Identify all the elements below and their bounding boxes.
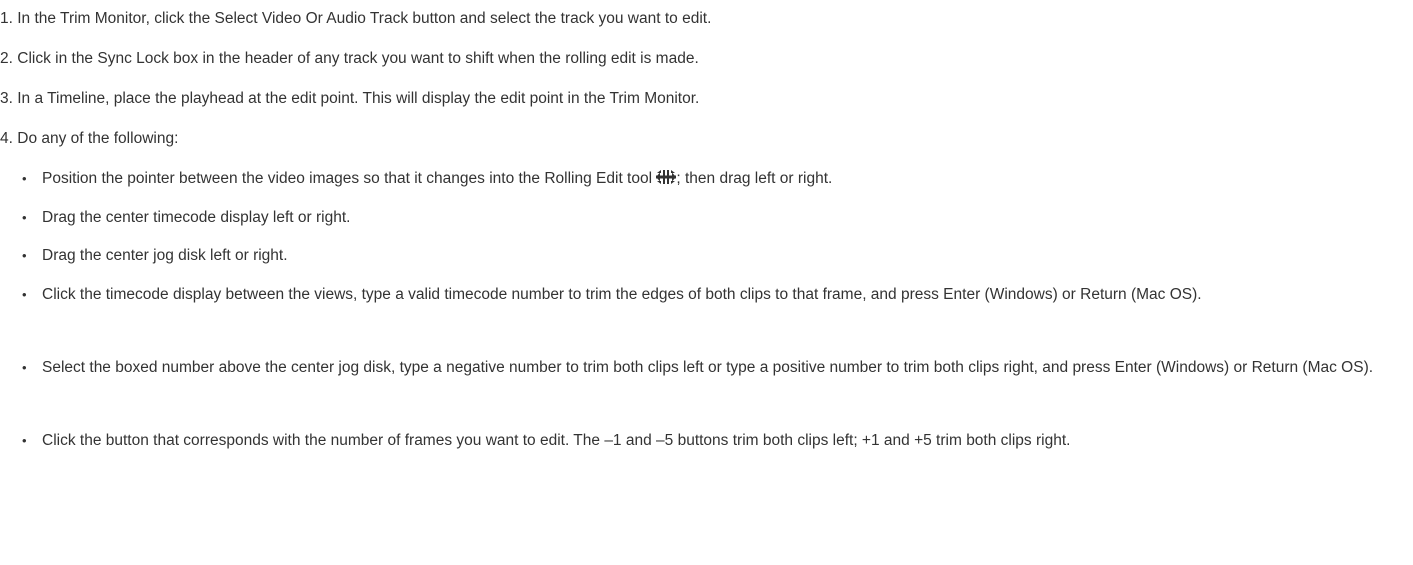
bullet: • [22,287,27,302]
list-item-text: Position the pointer between the video i… [42,170,653,187]
step-3: 3. In a Timeline, place the playhead at … [0,88,1403,110]
list-item-text: Click the timecode display between the v… [42,286,1202,303]
list-item-text: Click the button that corresponds with t… [42,432,1071,449]
list-item: • Drag the center timecode display left … [0,207,1403,229]
step-number: 3. [0,90,13,107]
step-text: In the Trim Monitor, click the Select Vi… [17,10,712,27]
step-number: 1. [0,10,13,27]
bullet: • [22,360,27,375]
step-4: 4. Do any of the following: [0,128,1403,150]
step-number: 2. [0,50,13,67]
rolling-edit-tool-icon [656,170,677,184]
bullet: • [22,248,27,263]
list-item: • Drag the center jog disk left or right… [0,245,1403,267]
step-1: 1. In the Trim Monitor, click the Select… [0,8,1403,30]
step-number: 4. [0,130,13,147]
step-text: In a Timeline, place the playhead at the… [17,90,700,107]
bullet: • [22,433,27,448]
bullet: • [22,171,27,186]
list-item-text-after: ; then drag left or right. [676,170,833,187]
step-text: Click in the Sync Lock box in the header… [17,50,699,67]
list-item: • Position the pointer between the video… [0,168,1403,190]
list-item: • Click the timecode display between the… [0,284,1403,306]
list-item-text: Select the boxed number above the center… [42,359,1374,376]
list-item-text: Drag the center timecode display left or… [42,209,351,226]
list-item: • Select the boxed number above the cent… [0,357,1403,379]
step-2: 2. Click in the Sync Lock box in the hea… [0,48,1403,70]
bullet: • [22,210,27,225]
step-text: Do any of the following: [17,130,179,147]
list-item-text: Drag the center jog disk left or right. [42,247,288,264]
list-item: • Click the button that corresponds with… [0,430,1403,452]
